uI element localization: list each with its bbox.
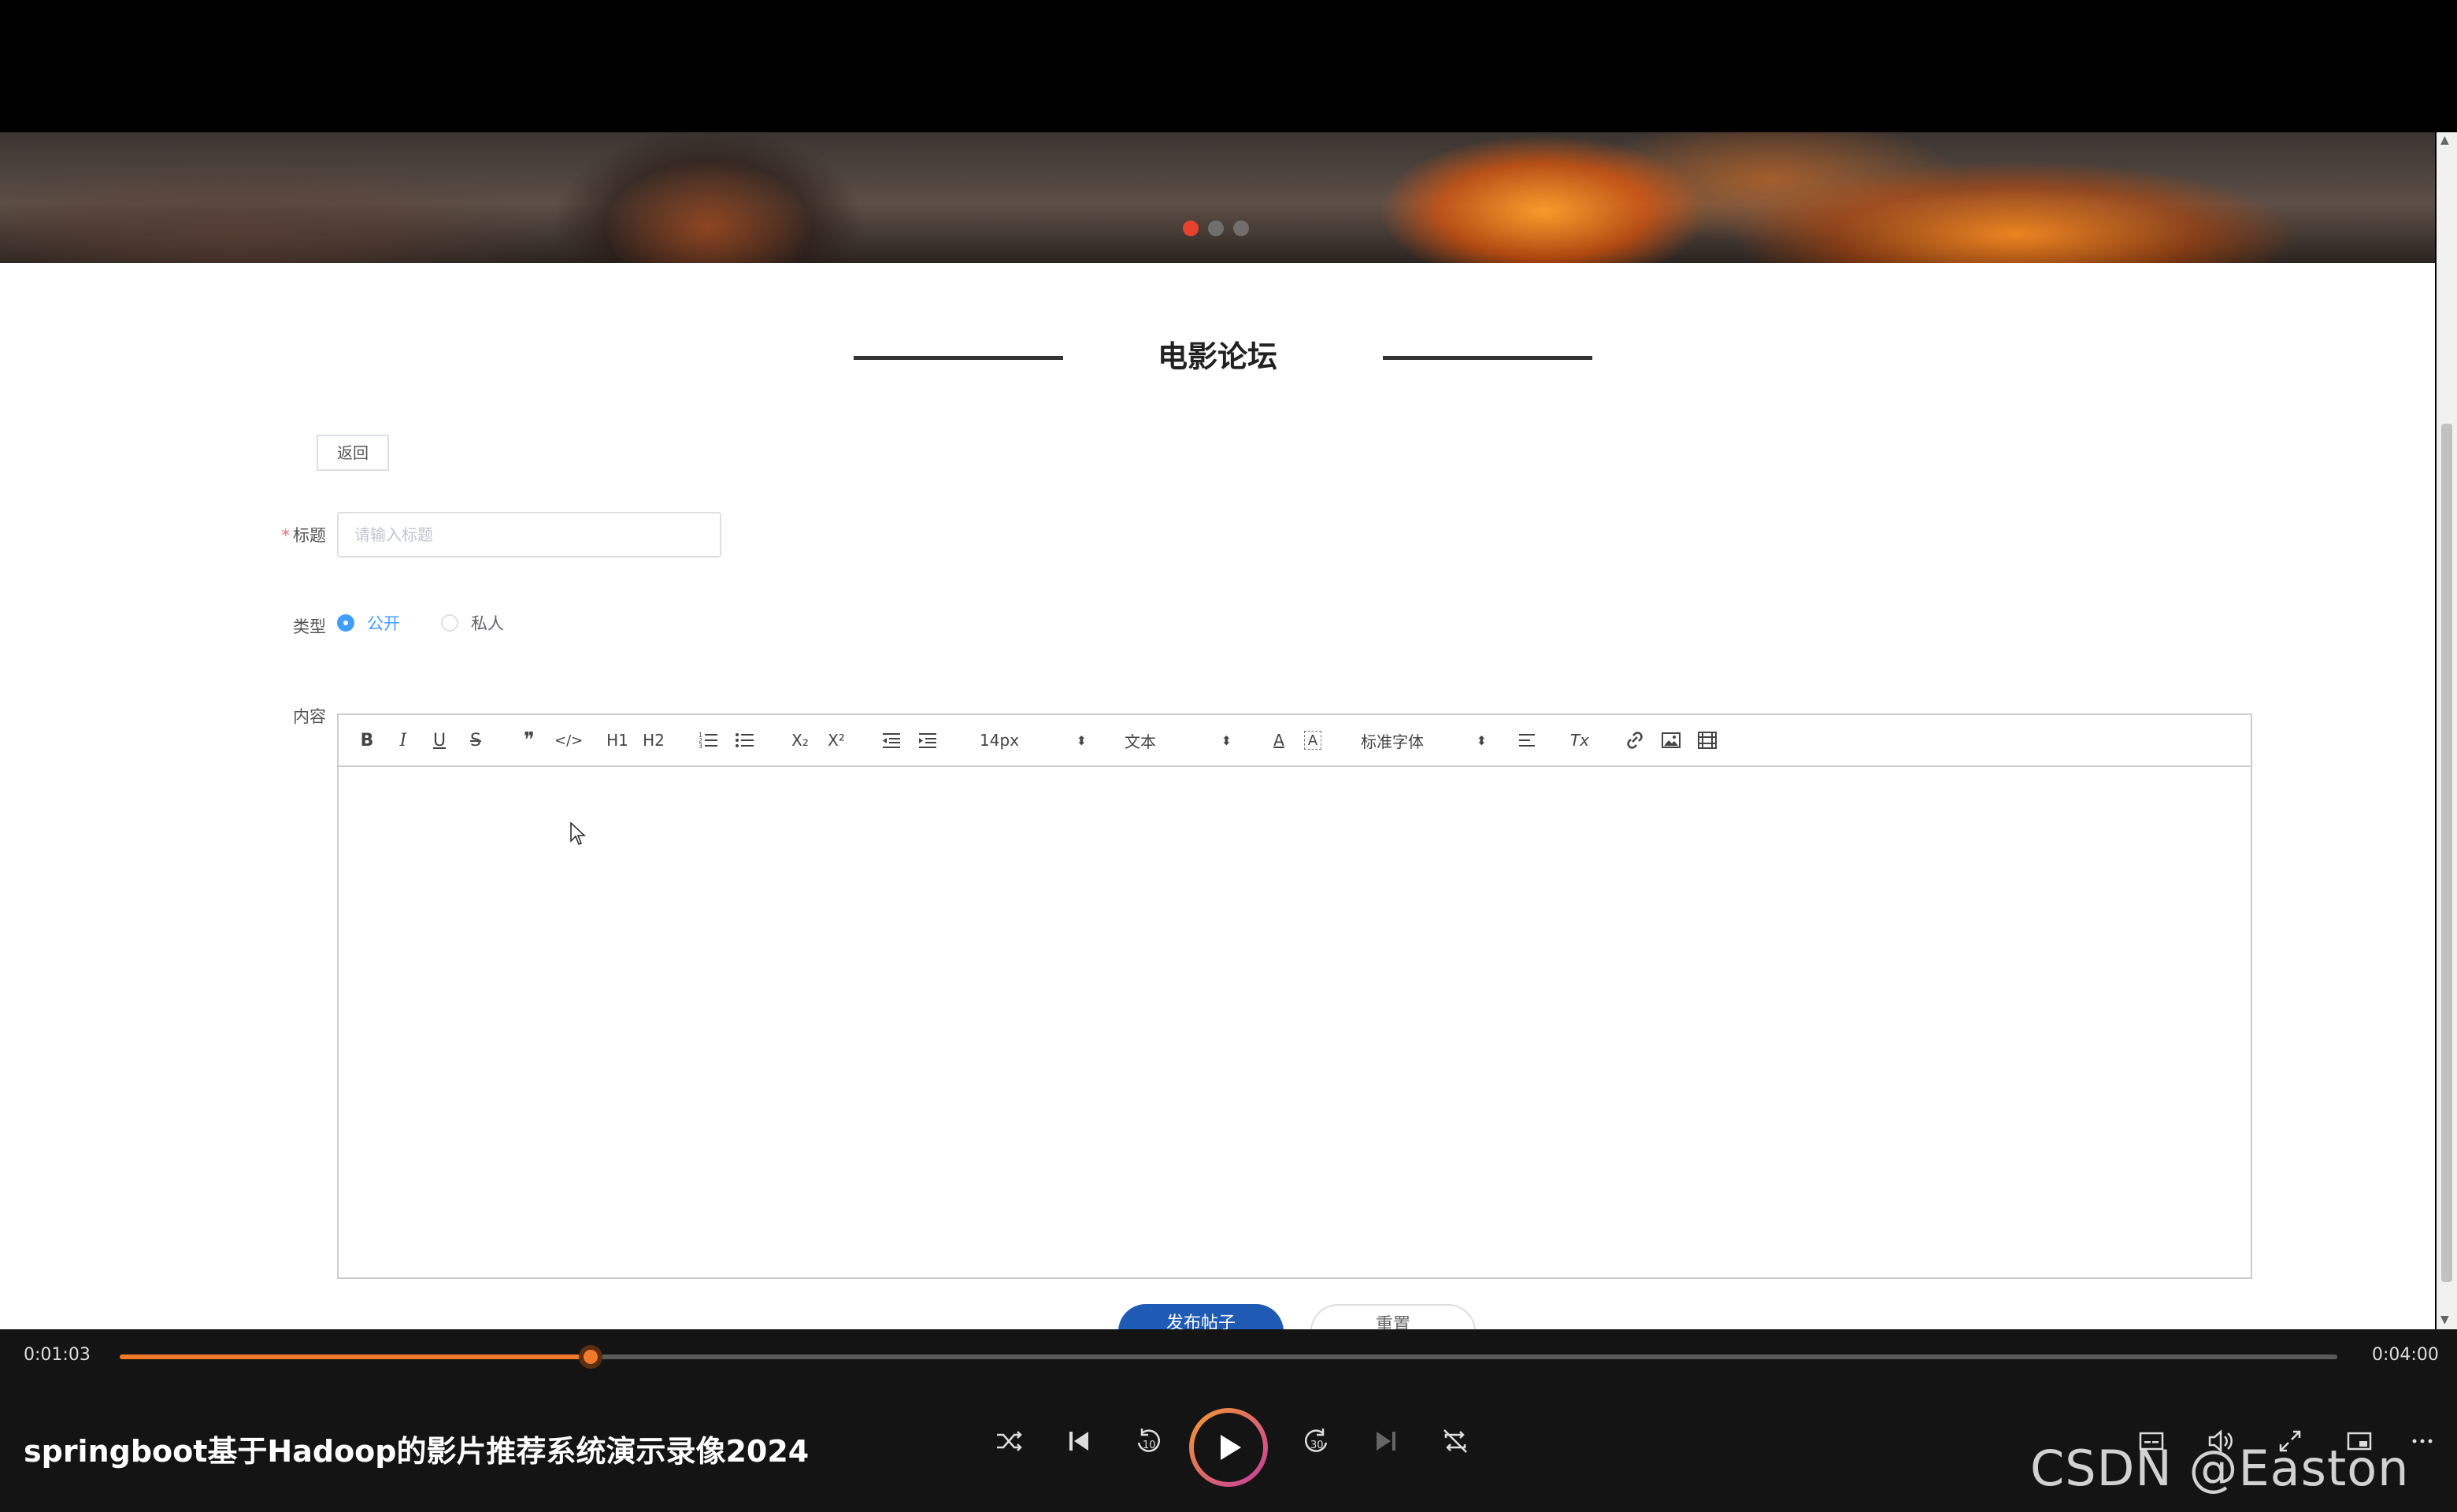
rich-text-editor: B I U S ❞ </> H1 H2 123 X₂ X² 14px ⬍ 文本 … (337, 713, 2252, 1279)
h1-button[interactable]: H1 (606, 726, 628, 754)
mouse-cursor-icon (570, 822, 586, 845)
bullet-list-icon[interactable] (734, 726, 756, 754)
strike-button[interactable]: S (465, 726, 487, 754)
progress-fill (120, 1354, 591, 1359)
editor-content-area[interactable] (339, 767, 2251, 1277)
title-input[interactable] (337, 512, 721, 558)
shuffle-icon[interactable] (986, 1418, 1033, 1465)
title-line-left (854, 356, 1063, 360)
select-arrow-icon: ⬍ (1476, 732, 1487, 748)
carousel-dot-3[interactable] (1233, 220, 1249, 236)
web-page: 电影论坛 返回 *标题 类型 公开 私人 内容 B I U S ❞ </> H1 (0, 132, 2435, 1329)
csdn-watermark: CSDN @Easton毕设 (2030, 1440, 2410, 1512)
ordered-list-icon[interactable]: 123 (698, 726, 720, 754)
type-option-public: 公开 (367, 614, 400, 633)
italic-button[interactable]: I (392, 726, 414, 754)
title-label: * 标题 (260, 523, 327, 547)
video-icon[interactable] (1696, 726, 1718, 754)
type-radio-private[interactable]: 私人 (441, 611, 504, 635)
scroll-down-icon[interactable]: ▼ (2440, 1314, 2449, 1326)
svg-text:30: 30 (1310, 1440, 1324, 1451)
progress-knob[interactable] (579, 1345, 603, 1369)
next-track-icon[interactable] (1362, 1418, 1410, 1465)
carousel-dots (1183, 220, 1249, 236)
type-label: 类型 (293, 617, 326, 636)
total-time: 0:04:00 (2372, 1345, 2439, 1365)
align-icon[interactable] (1517, 726, 1539, 754)
select-arrow-icon: ⬍ (1221, 732, 1232, 748)
link-icon[interactable] (1624, 726, 1646, 754)
back-button[interactable]: 返回 (317, 435, 389, 471)
font-size-select[interactable]: 14px ⬍ (980, 726, 1087, 754)
content-label: 内容 (293, 707, 326, 726)
header-value: 文本 (1125, 732, 1156, 751)
radio-circle[interactable] (441, 614, 458, 632)
progress-bar[interactable] (120, 1345, 2337, 1369)
scroll-thumb[interactable] (2441, 424, 2452, 1282)
text-color-button[interactable]: A (1268, 726, 1290, 754)
video-frame: 电影论坛 返回 *标题 类型 公开 私人 内容 B I U S ❞ </> H1 (0, 0, 2457, 1512)
background-color-button[interactable]: A (1304, 731, 1321, 750)
font-family-value: 标准字体 (1361, 732, 1424, 751)
rewind-10-icon[interactable]: 10 (1125, 1418, 1172, 1465)
h2-button[interactable]: H2 (643, 726, 665, 754)
outdent-icon[interactable] (880, 726, 902, 754)
type-option-private: 私人 (471, 614, 504, 633)
indent-icon[interactable] (917, 726, 939, 754)
video-title: springboot基于Hadoop的影片推荐系统演示录像2024 (24, 1434, 810, 1469)
type-radio-public[interactable]: 公开 (337, 611, 400, 635)
carousel-dot-1[interactable] (1183, 220, 1199, 236)
forward-30-icon[interactable]: 30 (1293, 1418, 1340, 1465)
code-block-button[interactable]: </> (554, 726, 583, 754)
title-label-text: 标题 (293, 526, 326, 545)
submit-button[interactable]: 发布帖子 (1118, 1304, 1284, 1329)
page-title: 电影论坛 (1157, 339, 1277, 374)
superscript-button[interactable]: X² (825, 726, 847, 754)
video-player-controls: 0:01:03 0:04:00 springboot基于Hadoop的影片推荐系… (0, 1329, 2457, 1512)
page-scrollbar[interactable]: ▲ ▼ (2437, 132, 2457, 1329)
clean-format-button[interactable]: Tx (1569, 726, 1591, 754)
previous-track-icon[interactable] (1055, 1418, 1102, 1465)
font-size-value: 14px (980, 731, 1019, 750)
current-time: 0:01:03 (24, 1345, 91, 1365)
blockquote-button[interactable]: ❞ (518, 726, 540, 754)
editor-toolbar: B I U S ❞ </> H1 H2 123 X₂ X² 14px ⬍ 文本 … (339, 715, 2251, 767)
required-mark: * (281, 526, 291, 545)
title-line-right (1383, 356, 1592, 360)
radio-circle[interactable] (337, 614, 354, 632)
subscript-button[interactable]: X₂ (789, 726, 811, 754)
bold-button[interactable]: B (356, 726, 378, 754)
reset-button[interactable]: 重置 (1310, 1304, 1476, 1329)
image-icon[interactable] (1660, 726, 1682, 754)
play-icon (1194, 1413, 1263, 1482)
font-family-select[interactable]: 标准字体 ⬍ (1361, 726, 1487, 754)
play-button[interactable] (1189, 1408, 1268, 1487)
svg-text:10: 10 (1143, 1440, 1156, 1451)
select-arrow-icon: ⬍ (1076, 732, 1087, 748)
header-select[interactable]: 文本 ⬍ (1125, 726, 1232, 754)
svg-text:3: 3 (699, 743, 702, 750)
underline-button[interactable]: U (428, 726, 450, 754)
scroll-up-icon[interactable]: ▲ (2440, 134, 2449, 146)
repeat-off-icon[interactable] (1432, 1418, 1479, 1465)
carousel-dot-2[interactable] (1208, 220, 1224, 236)
banner-carousel (0, 132, 2435, 263)
